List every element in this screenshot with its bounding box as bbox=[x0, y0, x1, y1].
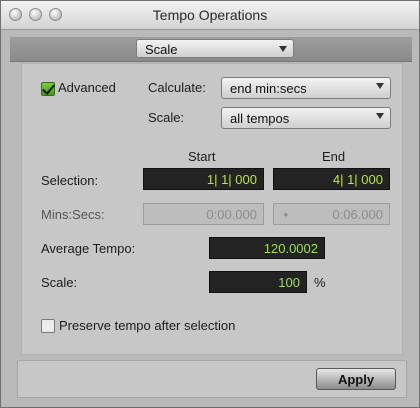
operation-select-value: Scale bbox=[145, 42, 178, 57]
selection-label: Selection: bbox=[41, 173, 99, 188]
selection-end-field[interactable]: 4| 1| 000 bbox=[273, 168, 390, 190]
average-tempo-label: Average Tempo: bbox=[41, 241, 136, 256]
minsecs-start-field: 0:00.000 bbox=[143, 203, 264, 225]
advanced-label: Advanced bbox=[58, 80, 116, 95]
marker-icon: ✦ bbox=[282, 210, 290, 220]
checkmark-icon bbox=[41, 81, 56, 95]
average-tempo-field[interactable]: 120.0002 bbox=[209, 237, 325, 259]
end-column-header: End bbox=[322, 149, 346, 164]
window-title: Tempo Operations bbox=[152, 7, 268, 23]
calculate-label: Calculate: bbox=[148, 80, 206, 95]
selection-start-field[interactable]: 1| 1| 000 bbox=[143, 168, 264, 190]
percent-unit: % bbox=[314, 275, 326, 290]
scale-percent-label: Scale: bbox=[41, 275, 78, 290]
chevron-down-icon bbox=[279, 46, 287, 52]
operation-header: Scale bbox=[10, 37, 412, 62]
operation-select[interactable]: Scale bbox=[136, 39, 294, 58]
minsecs-end-field: ✦ 0:06.000 bbox=[273, 203, 390, 225]
scale-mode-select-value: all tempos bbox=[230, 111, 290, 126]
calculate-select[interactable]: end min:secs bbox=[221, 77, 391, 99]
preserve-tempo-label: Preserve tempo after selection bbox=[59, 318, 236, 333]
scale-mode-label: Scale: bbox=[148, 110, 185, 125]
title-bar: Tempo Operations bbox=[1, 1, 419, 30]
chevron-down-icon bbox=[376, 83, 384, 89]
options-panel: Advanced Calculate: end min:secs Scale: … bbox=[21, 63, 403, 355]
advanced-checkbox[interactable] bbox=[41, 81, 56, 96]
minsecs-label: Mins:Secs: bbox=[41, 207, 105, 222]
scale-mode-select[interactable]: all tempos bbox=[221, 107, 391, 129]
chevron-down-icon bbox=[376, 113, 384, 119]
start-column-header: Start bbox=[188, 149, 216, 164]
preserve-tempo-checkbox[interactable] bbox=[41, 319, 55, 333]
footer-bar: Apply bbox=[17, 360, 407, 398]
scale-percent-field[interactable]: 100 bbox=[209, 271, 307, 293]
tempo-operations-window: Tempo Operations Scale Advanced Calculat… bbox=[0, 0, 420, 408]
calculate-select-value: end min:secs bbox=[230, 81, 307, 96]
apply-button[interactable]: Apply bbox=[316, 368, 396, 390]
minsecs-end-value: 0:06.000 bbox=[332, 207, 383, 222]
